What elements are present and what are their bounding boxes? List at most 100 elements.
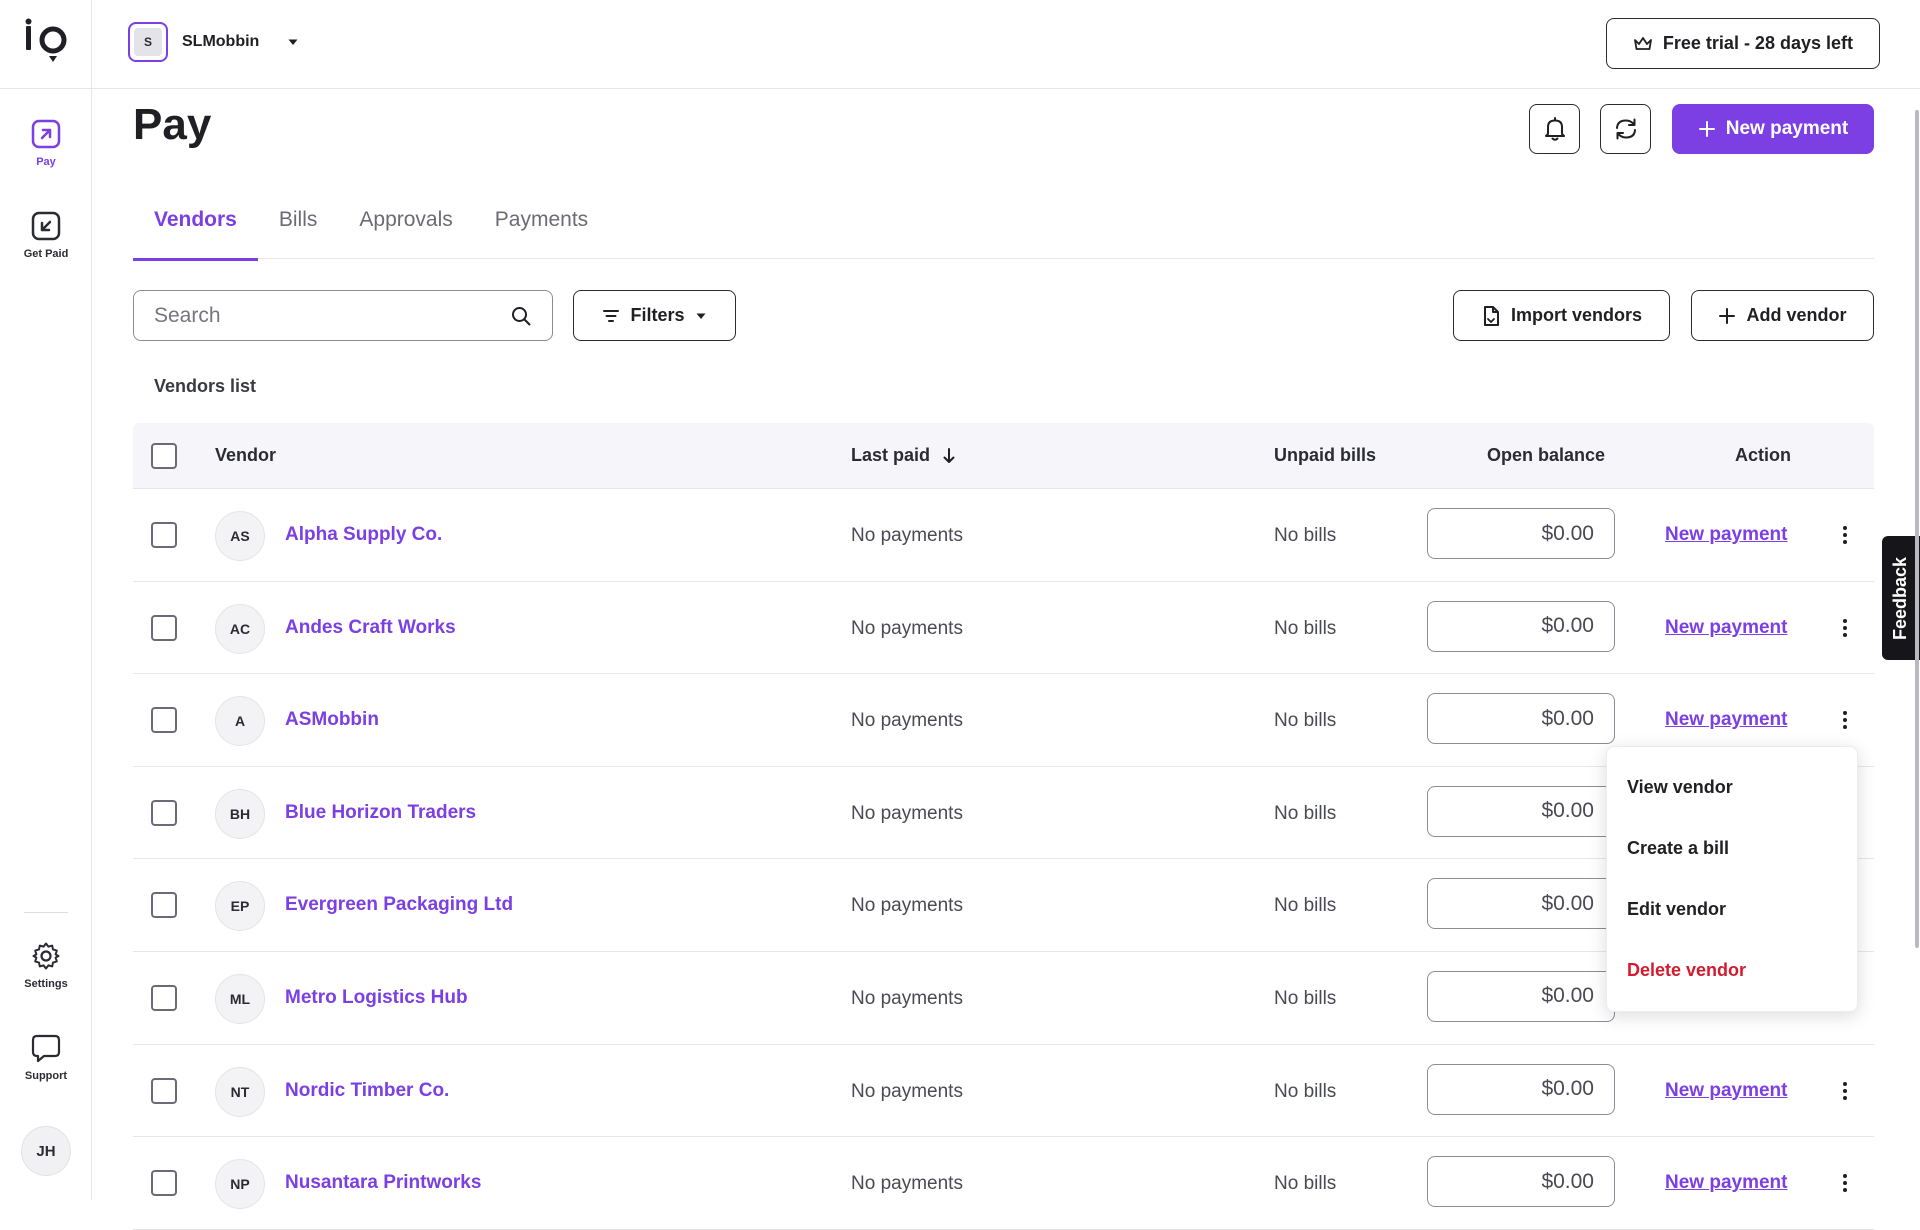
org-name: SLMobbin	[182, 33, 260, 50]
column-last-paid-label: Last paid	[851, 445, 931, 465]
tab-payments[interactable]: Payments	[474, 196, 609, 259]
row-checkbox[interactable]	[151, 522, 177, 548]
row-new-payment-link[interactable]: New payment	[1665, 1172, 1787, 1194]
last-paid-value: No payments	[851, 1080, 963, 1102]
sidebar-item-pay[interactable]: Pay	[6, 118, 86, 168]
add-vendor-label: Add vendor	[1746, 305, 1847, 325]
row-checkbox[interactable]	[151, 892, 177, 919]
row-checkbox[interactable]	[151, 1077, 177, 1104]
open-balance-field[interactable]: $0.00	[1427, 785, 1615, 837]
arrow-up-right-square-icon	[30, 118, 62, 150]
plus-icon	[1698, 121, 1715, 137]
menu-item-delete-vendor[interactable]: Delete vendor	[1607, 940, 1857, 1001]
plus-icon	[1719, 307, 1736, 324]
vendor-actions-menu: View vendor Create a bill Edit vendor De…	[1606, 746, 1858, 1012]
vendor-name-link[interactable]: Nusantara Printworks	[285, 1172, 481, 1194]
open-balance-field[interactable]: $0.00	[1427, 970, 1615, 1022]
row-more-button[interactable]	[1833, 615, 1857, 641]
vendor-name-link[interactable]: Alpha Supply Co.	[285, 524, 442, 546]
search-icon	[512, 306, 531, 325]
user-avatar[interactable]: JH	[21, 1126, 71, 1176]
last-paid-value: No payments	[851, 1173, 963, 1195]
sidebar-item-get-paid[interactable]: Get Paid	[6, 210, 86, 260]
sidebar-item-settings[interactable]: Settings	[6, 940, 86, 990]
tab-bills[interactable]: Bills	[258, 196, 339, 259]
vendor-name-link[interactable]: Blue Horizon Traders	[285, 802, 476, 824]
last-paid-value: No payments	[851, 710, 963, 732]
feedback-label: Feedback	[1890, 556, 1911, 640]
unpaid-bills-value: No bills	[1274, 802, 1337, 824]
vendor-name-link[interactable]: Metro Logistics Hub	[285, 987, 468, 1009]
column-last-paid[interactable]: Last paid	[851, 445, 956, 466]
open-balance-field[interactable]: $0.00	[1427, 508, 1615, 559]
tab-vendors[interactable]: Vendors	[133, 196, 258, 261]
select-all-checkbox[interactable]	[151, 443, 177, 469]
row-new-payment-link[interactable]: New payment	[1665, 1080, 1787, 1102]
menu-item-view-vendor[interactable]: View vendor	[1607, 757, 1857, 818]
app-logo[interactable]	[22, 18, 70, 70]
column-vendor[interactable]: Vendor	[215, 445, 276, 466]
last-paid-value: No payments	[851, 525, 963, 546]
vendor-name-link[interactable]: ASMobbin	[285, 709, 379, 731]
unpaid-bills-value: No bills	[1274, 525, 1337, 546]
arrow-down-left-square-icon	[30, 210, 62, 242]
table-row: NT Nordic Timber Co. No payments No bill…	[133, 1045, 1874, 1138]
row-new-payment-link[interactable]: New payment	[1665, 617, 1787, 639]
row-new-payment-link[interactable]: New payment	[1665, 709, 1787, 731]
bell-icon	[1544, 117, 1565, 141]
row-new-payment-link[interactable]: New payment	[1665, 524, 1787, 546]
open-balance-field[interactable]: $0.00	[1427, 600, 1615, 652]
last-paid-value: No payments	[851, 802, 963, 824]
vendor-avatar: BH	[215, 788, 265, 839]
add-vendor-button[interactable]: Add vendor	[1691, 290, 1874, 341]
caret-down-icon	[696, 313, 706, 319]
sort-down-arrow-icon	[943, 447, 955, 463]
vendor-name-link[interactable]: Evergreen Packaging Ltd	[285, 894, 513, 916]
search-input[interactable]	[154, 303, 510, 328]
row-checkbox[interactable]	[151, 984, 177, 1011]
vendor-name-link[interactable]: Andes Craft Works	[285, 617, 456, 639]
open-balance-field[interactable]: $0.00	[1427, 1063, 1615, 1115]
sidebar-item-support[interactable]: Support	[6, 1032, 86, 1082]
search-field[interactable]	[133, 290, 553, 341]
open-balance-field[interactable]: $0.00	[1427, 693, 1615, 745]
row-more-button[interactable]	[1833, 1078, 1857, 1104]
unpaid-bills-value: No bills	[1274, 1173, 1337, 1195]
sidebar-divider	[24, 912, 68, 913]
refresh-button[interactable]	[1600, 104, 1651, 154]
table-row: NP Nusantara Printworks No payments No b…	[133, 1137, 1874, 1230]
filters-button[interactable]: Filters	[573, 290, 736, 341]
column-open-balance: Open balance	[1487, 445, 1605, 466]
filter-lines-icon	[603, 309, 620, 322]
menu-item-edit-vendor[interactable]: Edit vendor	[1607, 879, 1857, 940]
table-row: AC Andes Craft Works No payments No bill…	[133, 582, 1874, 675]
row-checkbox[interactable]	[151, 614, 177, 641]
row-more-button[interactable]	[1833, 707, 1857, 733]
org-switcher[interactable]: S SLMobbin	[128, 22, 299, 62]
row-more-button[interactable]	[1833, 1170, 1857, 1196]
scrollbar-thumb[interactable]	[1915, 110, 1919, 948]
page-title: Pay	[133, 100, 212, 149]
open-balance-field[interactable]: $0.00	[1427, 878, 1615, 930]
notifications-button[interactable]	[1529, 104, 1580, 154]
vendor-name-link[interactable]: Nordic Timber Co.	[285, 1080, 449, 1102]
caret-down-icon	[288, 39, 298, 45]
table-row: AS Alpha Supply Co. No payments No bills…	[133, 489, 1874, 582]
import-vendors-button[interactable]: Import vendors	[1453, 290, 1670, 341]
tab-approvals[interactable]: Approvals	[338, 196, 473, 259]
kebab-menu-icon	[1843, 711, 1847, 730]
sidebar-item-label: Pay	[36, 156, 56, 168]
new-payment-button[interactable]: New payment	[1672, 104, 1874, 154]
row-checkbox[interactable]	[151, 799, 177, 826]
vendor-avatar: ML	[215, 973, 265, 1024]
kebab-menu-icon	[1843, 1081, 1847, 1100]
crown-icon	[1634, 36, 1652, 50]
last-paid-value: No payments	[851, 987, 963, 1009]
unpaid-bills-value: No bills	[1274, 895, 1337, 917]
row-checkbox[interactable]	[151, 707, 177, 734]
menu-item-create-bill[interactable]: Create a bill	[1607, 818, 1857, 879]
kebab-menu-icon	[1843, 618, 1847, 637]
row-more-button[interactable]	[1833, 522, 1857, 548]
row-checkbox[interactable]	[151, 1170, 177, 1197]
free-trial-button[interactable]: Free trial - 28 days left	[1605, 18, 1880, 69]
